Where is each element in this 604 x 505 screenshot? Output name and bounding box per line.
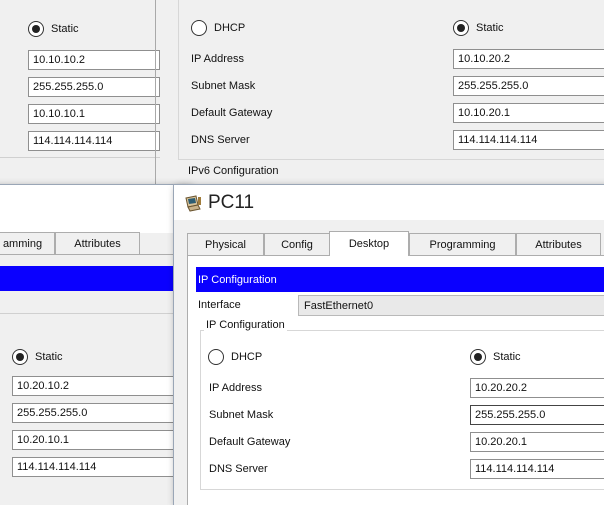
dns-server-field[interactable]: 114.114.114.114: [453, 130, 604, 150]
tab-desktop[interactable]: Desktop: [329, 231, 409, 256]
pc-icon: [185, 195, 201, 212]
ip-address-field[interactable]: 10.20.10.2: [12, 376, 182, 396]
tab-label: Attributes: [535, 238, 582, 251]
dhcp-label: DHCP: [231, 351, 263, 363]
dns-server-label: DNS Server: [191, 134, 250, 146]
interface-value: FastEthernet0: [304, 300, 374, 312]
subnet-mask-field[interactable]: 255.255.255.0: [12, 403, 182, 423]
interface-label: Interface: [198, 299, 241, 311]
tab-attributes[interactable]: Attributes: [55, 232, 140, 254]
default-gateway-field[interactable]: 10.10.10.1: [28, 104, 160, 124]
static-label: Static: [476, 22, 504, 34]
default-gateway-label: Default Gateway: [209, 436, 291, 448]
tab-physical[interactable]: Physical: [187, 233, 264, 255]
tab-programming[interactable]: Programming: [409, 233, 516, 255]
radio-circle: [12, 349, 28, 365]
ip-address-label: IP Address: [191, 53, 244, 65]
dhcp-label: DHCP: [214, 22, 246, 34]
pc11-window: PC11 Physical Config Desktop Programming…: [174, 185, 604, 505]
subnet-mask-label: Subnet Mask: [209, 409, 274, 421]
tab-label: Desktop: [348, 238, 390, 250]
default-gateway-field[interactable]: 10.20.10.1: [12, 430, 182, 450]
tab-programming[interactable]: amming: [0, 232, 55, 254]
default-gateway-field[interactable]: 10.10.20.1: [453, 103, 604, 123]
static-label: Static: [493, 351, 521, 363]
ip-address-field[interactable]: 10.10.20.2: [453, 49, 604, 69]
ip-address-label: IP Address: [209, 382, 262, 394]
default-gateway-label: Default Gateway: [191, 107, 273, 119]
radio-circle: [28, 21, 44, 37]
back-window-top: Static 10.10.10.2 255.255.255.0 10.10.10…: [0, 0, 604, 186]
tab-config[interactable]: Config: [264, 233, 330, 255]
tab-label: Programming: [429, 238, 496, 251]
window-title: PC11: [208, 192, 255, 213]
title-bar: [0, 185, 190, 233]
dns-server-field[interactable]: 114.114.114.114: [28, 131, 160, 151]
header-bar: [0, 266, 190, 291]
static-label: Static: [51, 23, 79, 35]
ip-address-field[interactable]: 10.10.10.2: [28, 50, 160, 70]
window-border: [155, 0, 156, 186]
tab-label: Attributes: [74, 237, 121, 250]
radio-circle: [191, 20, 207, 36]
dns-server-label: DNS Server: [209, 463, 268, 475]
ip-config-group-label: IP Configuration: [204, 319, 287, 331]
tab-label: amming: [2, 237, 43, 250]
ip-config-header: IP Configuration: [196, 267, 604, 292]
tab-attributes[interactable]: Attributes: [516, 233, 601, 255]
dns-server-field[interactable]: 114.114.114.114: [12, 457, 182, 477]
static-radio[interactable]: Static: [470, 348, 521, 366]
ip-address-field[interactable]: 10.20.20.2: [470, 378, 604, 398]
tab-label: Config: [281, 238, 313, 251]
radio-circle: [453, 20, 469, 36]
static-radio[interactable]: Static: [12, 348, 63, 366]
default-gateway-field[interactable]: 10.20.20.1: [470, 432, 604, 452]
back-window-left: amming Attributes Static 10.20.10.2 255.…: [0, 185, 190, 505]
static-radio[interactable]: Static: [453, 19, 504, 37]
subnet-mask-field[interactable]: 255.255.255.0: [28, 77, 160, 97]
dns-server-field[interactable]: 114.114.114.114: [470, 459, 604, 479]
subnet-mask-label: Subnet Mask: [191, 80, 256, 92]
divider: [0, 157, 160, 158]
radio-circle: [208, 349, 224, 365]
interface-dropdown[interactable]: FastEthernet0: [298, 295, 604, 316]
ipv6-config-label: IPv6 Configuration: [188, 165, 279, 177]
dhcp-radio[interactable]: DHCP: [191, 19, 245, 37]
tab-label: Physical: [205, 238, 246, 251]
subnet-mask-field[interactable]: 255.255.255.0: [470, 405, 604, 425]
divider: [0, 313, 190, 314]
static-label: Static: [35, 351, 63, 363]
subnet-mask-field[interactable]: 255.255.255.0: [453, 76, 604, 96]
radio-circle: [470, 349, 486, 365]
static-radio[interactable]: Static: [28, 20, 79, 38]
tab-line: [0, 254, 190, 255]
dhcp-radio[interactable]: DHCP: [208, 348, 262, 366]
